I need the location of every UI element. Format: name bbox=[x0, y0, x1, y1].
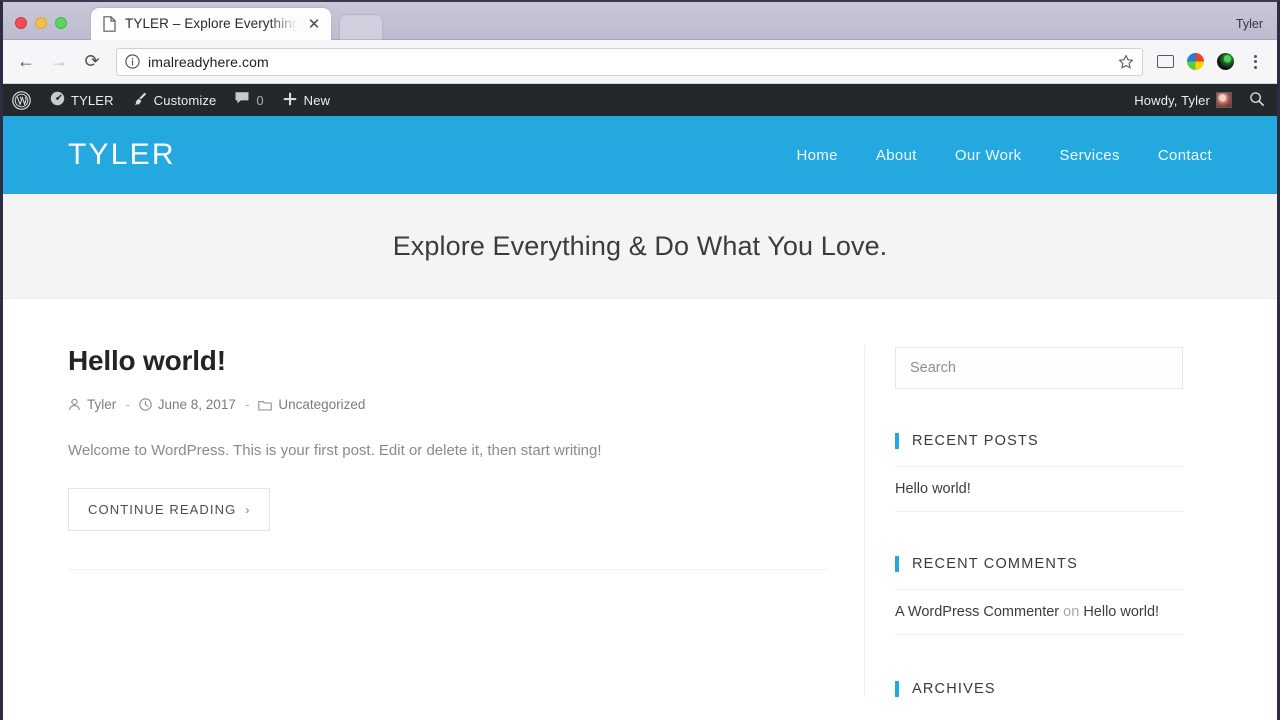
wordpress-logo-icon[interactable] bbox=[3, 84, 41, 116]
reload-button[interactable]: ⟳ bbox=[77, 47, 107, 77]
widget-title-label: ARCHIVES bbox=[912, 681, 996, 697]
page-icon bbox=[103, 16, 116, 32]
wp-admin-bar: TYLER Customize 0 New Howdy, Tyler bbox=[3, 84, 1277, 116]
widget-recent-posts: RECENT POSTS Hello world! bbox=[895, 433, 1183, 512]
commenter-name[interactable]: A WordPress Commenter bbox=[895, 604, 1059, 620]
commenter-on-label: on bbox=[1063, 604, 1080, 620]
clock-icon bbox=[139, 398, 152, 411]
accent-bar bbox=[895, 681, 899, 697]
widget-title-label: RECENT COMMENTS bbox=[912, 556, 1078, 572]
comment-bubble-icon bbox=[234, 91, 250, 109]
content-area: Hello world! Tyler - June 8, 2017 - Unca… bbox=[3, 299, 1277, 697]
admin-bar-howdy-label: Howdy, Tyler bbox=[1134, 92, 1210, 108]
address-bar[interactable]: imalreadyhere.com bbox=[116, 47, 1143, 76]
admin-bar-comments[interactable]: 0 bbox=[225, 84, 272, 116]
nav-item-services[interactable]: Services bbox=[1041, 147, 1139, 164]
post-author-label: Tyler bbox=[87, 397, 117, 412]
bookmark-star-icon[interactable] bbox=[1118, 53, 1134, 70]
admin-bar-site-name[interactable]: TYLER bbox=[41, 84, 123, 116]
nav-item-about[interactable]: About bbox=[857, 147, 936, 164]
browser-tab-active[interactable]: TYLER – Explore Everything & ✕ bbox=[91, 8, 331, 40]
post-date-label: June 8, 2017 bbox=[157, 397, 236, 412]
site-nav: Home About Our Work Services Contact bbox=[777, 147, 1212, 164]
nav-item-home[interactable]: Home bbox=[777, 147, 856, 164]
browser-window: TYLER – Explore Everything & ✕ Tyler ← →… bbox=[0, 0, 1280, 720]
meta-separator-2: - bbox=[244, 397, 250, 412]
site-header: TYLER Home About Our Work Services Conta… bbox=[3, 116, 1277, 194]
admin-bar-comments-count: 0 bbox=[256, 92, 264, 108]
paintbrush-icon bbox=[132, 91, 148, 110]
post-meta-category[interactable]: Uncategorized bbox=[258, 397, 365, 412]
accent-bar bbox=[895, 433, 899, 449]
recent-post-link[interactable]: Hello world! bbox=[895, 481, 971, 497]
maximize-window-button[interactable] bbox=[55, 17, 67, 29]
tab-title-fade bbox=[269, 15, 303, 33]
admin-bar-customize[interactable]: Customize bbox=[123, 84, 226, 116]
admin-bar-search[interactable] bbox=[1241, 84, 1277, 116]
admin-bar-new[interactable]: New bbox=[273, 84, 339, 116]
forward-button[interactable]: → bbox=[44, 47, 74, 77]
post-meta-date: June 8, 2017 bbox=[139, 397, 236, 412]
cast-icon[interactable] bbox=[1151, 48, 1179, 76]
search-icon bbox=[1249, 91, 1265, 110]
chevron-right-icon: › bbox=[245, 502, 251, 517]
dark-orb-extension-icon[interactable] bbox=[1211, 48, 1239, 76]
main-column: Hello world! Tyler - June 8, 2017 - Unca… bbox=[68, 345, 865, 697]
admin-bar-new-label: New bbox=[303, 92, 331, 108]
back-button[interactable]: ← bbox=[11, 47, 41, 77]
continue-reading-label: CONTINUE READING bbox=[88, 502, 237, 518]
nav-item-our-work[interactable]: Our Work bbox=[936, 147, 1041, 164]
window-controls bbox=[15, 17, 67, 29]
kebab-menu-icon[interactable] bbox=[1241, 48, 1269, 76]
list-item[interactable]: A WordPress Commenter on Hello world! bbox=[895, 589, 1183, 635]
dashboard-icon bbox=[50, 91, 65, 109]
plus-icon bbox=[282, 91, 298, 110]
browser-toolbar: ← → ⟳ imalreadyhere.com bbox=[3, 40, 1277, 84]
continue-reading-button[interactable]: CONTINUE READING › bbox=[68, 488, 271, 532]
post-meta-author[interactable]: Tyler bbox=[68, 397, 116, 412]
recent-posts-list: Hello world! bbox=[895, 466, 1183, 512]
sidebar: RECENT POSTS Hello world! RECENT COMMENT… bbox=[865, 345, 1183, 697]
browser-tab-title-wrap: TYLER – Explore Everything & bbox=[125, 15, 303, 33]
widget-recent-comments: RECENT COMMENTS A WordPress Commenter on… bbox=[895, 556, 1183, 635]
admin-bar-site-name-label: TYLER bbox=[71, 92, 114, 108]
post-title[interactable]: Hello world! bbox=[68, 345, 829, 377]
close-window-button[interactable] bbox=[15, 17, 27, 29]
site-tagline: Explore Everything & Do What You Love. bbox=[392, 230, 888, 261]
tagline-banner: Explore Everything & Do What You Love. bbox=[3, 194, 1277, 299]
search-input[interactable] bbox=[895, 347, 1183, 389]
post-divider bbox=[68, 569, 829, 571]
pinwheel-extension-icon[interactable] bbox=[1181, 48, 1209, 76]
widget-title-recent-comments: RECENT COMMENTS bbox=[895, 556, 1183, 572]
widget-title-archives: ARCHIVES bbox=[895, 681, 1183, 697]
widget-title-label: RECENT POSTS bbox=[912, 433, 1039, 449]
post-excerpt: Welcome to WordPress. This is your first… bbox=[68, 442, 602, 459]
admin-bar-customize-label: Customize bbox=[153, 92, 217, 108]
folder-icon bbox=[258, 399, 273, 411]
address-bar-url: imalreadyhere.com bbox=[148, 53, 269, 70]
close-icon[interactable]: ✕ bbox=[303, 13, 325, 35]
nav-item-contact[interactable]: Contact bbox=[1139, 147, 1212, 164]
info-circle-icon[interactable] bbox=[125, 54, 140, 69]
widget-archives: ARCHIVES bbox=[895, 681, 1183, 697]
person-icon bbox=[68, 398, 81, 411]
list-item[interactable]: Hello world! bbox=[895, 466, 1183, 512]
recent-comments-list: A WordPress Commenter on Hello world! bbox=[895, 589, 1183, 635]
accent-bar bbox=[895, 556, 899, 572]
site-title[interactable]: TYLER bbox=[68, 138, 176, 172]
browser-titlebar: TYLER – Explore Everything & ✕ Tyler bbox=[3, 2, 1277, 40]
widget-title-recent-posts: RECENT POSTS bbox=[895, 433, 1183, 449]
meta-separator-1: - bbox=[125, 397, 130, 412]
post-meta: Tyler - June 8, 2017 - Uncategorized bbox=[68, 397, 829, 412]
admin-bar-howdy[interactable]: Howdy, Tyler bbox=[1125, 84, 1241, 116]
profile-name-label: Tyler bbox=[1235, 17, 1263, 31]
minimize-window-button[interactable] bbox=[35, 17, 47, 29]
new-tab-button[interactable] bbox=[339, 14, 383, 40]
avatar bbox=[1216, 92, 1232, 108]
commented-post-link[interactable]: Hello world! bbox=[1083, 604, 1159, 620]
post-category-label: Uncategorized bbox=[278, 397, 366, 412]
